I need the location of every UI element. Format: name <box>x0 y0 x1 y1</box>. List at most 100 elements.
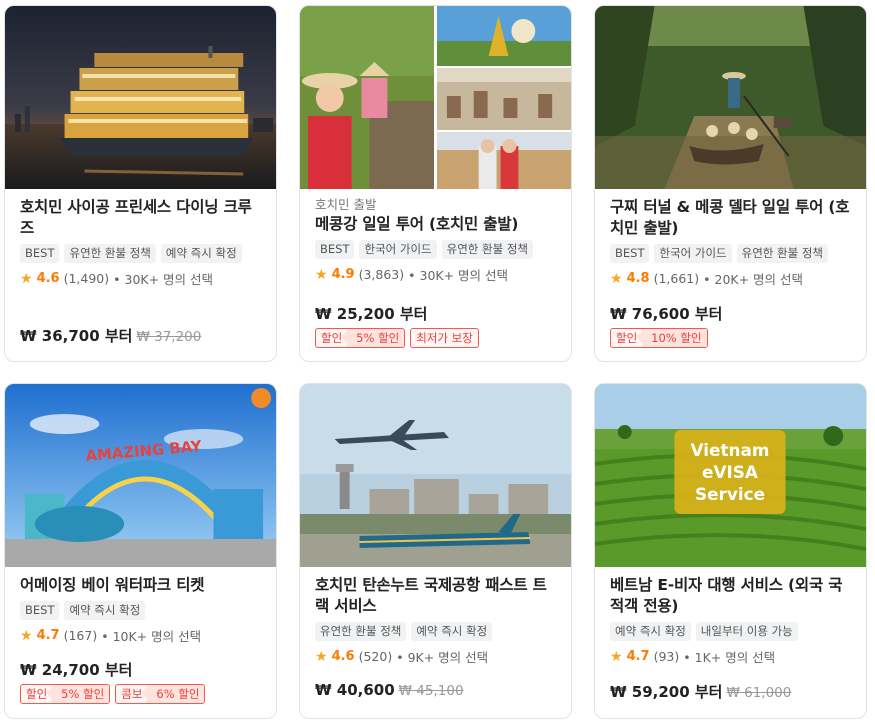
star-icon: ★ <box>610 270 623 287</box>
tag: 예약 즉시 확정 <box>411 622 493 641</box>
price-row: ₩ 76,600 부터 <box>610 303 722 324</box>
badge-list: 할인 10% 할인 <box>610 328 708 348</box>
tag: 내일부터 이용 가능 <box>695 622 798 641</box>
tag: 한국어 가이드 <box>359 240 437 259</box>
tag: BEST <box>20 601 60 620</box>
card-image <box>5 6 276 189</box>
rating-score: 4.6 <box>331 649 355 664</box>
badge-list: 할인 5% 할인 최저가 보장 <box>315 328 479 348</box>
price: ₩ 25,200 부터 <box>315 305 428 323</box>
star-icon: ★ <box>315 266 328 283</box>
price: ₩ 24,700 부터 <box>20 661 133 679</box>
product-card[interactable]: 호치민 출발 메콩강 일일 투어 (호치민 출발) BEST 한국어 가이드 유… <box>299 5 572 362</box>
card-image <box>595 6 866 189</box>
tag: 유연한 환불 정책 <box>64 244 156 263</box>
price-row: ₩ 24,700 부터 <box>20 659 132 680</box>
rating-score: 4.7 <box>36 628 60 643</box>
review-count: (93) <box>653 649 680 664</box>
rating-row: ★ 4.6 (520) • 9K+ 명의 선택 <box>315 647 556 666</box>
rating-score: 4.7 <box>626 649 650 664</box>
tag-list: BEST 한국어 가이드 유연한 환불 정책 <box>315 240 556 259</box>
review-count: (3,863) <box>358 267 405 282</box>
selected-count: • 30K+ 명의 선택 <box>408 268 509 283</box>
selected-count: • 9K+ 명의 선택 <box>396 650 489 665</box>
tag: 유연한 환불 정책 <box>736 244 828 263</box>
card-image <box>300 6 571 189</box>
star-icon: ★ <box>610 648 623 665</box>
card-title[interactable]: 베트남 E-비자 대행 서비스 (외국 국적객 전용) <box>610 575 851 617</box>
card-title[interactable]: 메콩강 일일 투어 (호치민 출발) <box>315 214 556 235</box>
badge-value: 6% 할인 <box>147 685 205 703</box>
rating-row: ★ 4.7 (93) • 1K+ 명의 선택 <box>610 647 851 666</box>
badge-list: 할인 5% 할인 콤보 6% 할인 <box>20 684 206 704</box>
tag: BEST <box>610 244 650 263</box>
badge-value: 5% 할인 <box>347 329 405 347</box>
original-price: ₩ 45,100 <box>398 683 464 699</box>
badge-value: 5% 할인 <box>52 685 110 703</box>
tag-list: 예약 즉시 확정 내일부터 이용 가능 <box>610 622 851 641</box>
card-title[interactable]: 호치민 탄손누트 국제공항 패스트 트랙 서비스 <box>315 575 556 617</box>
price: ₩ 76,600 부터 <box>610 305 723 323</box>
price-row: ₩ 40,600 ₩ 45,100 <box>315 681 464 699</box>
card-title[interactable]: 구찌 터널 & 메콩 델타 일일 투어 (호치민 출발) <box>610 197 851 239</box>
rating-score: 4.8 <box>626 271 650 286</box>
tag: 유연한 환불 정책 <box>315 622 407 641</box>
product-card[interactable]: 구찌 터널 & 메콩 델타 일일 투어 (호치민 출발) BEST 한국어 가이… <box>594 5 867 362</box>
discount-badge: 할인 10% 할인 <box>610 328 708 348</box>
price-row: ₩ 59,200 부터 ₩ 61,000 <box>610 681 791 702</box>
star-icon: ★ <box>20 627 33 644</box>
original-price: ₩ 37,200 <box>136 329 202 345</box>
selected-count: • 10K+ 명의 선택 <box>101 629 202 644</box>
tag: 예약 즉시 확정 <box>610 622 691 641</box>
combo-badge: 콤보 6% 할인 <box>115 684 206 704</box>
original-price: ₩ 61,000 <box>726 685 792 701</box>
card-title[interactable]: 호치민 사이공 프린세스 다이닝 크루즈 <box>20 197 261 239</box>
tag: 한국어 가이드 <box>654 244 732 263</box>
badge-label: 최저가 보장 <box>416 331 473 345</box>
selected-count: • 30K+ 명의 선택 <box>113 272 214 287</box>
product-card[interactable]: 호치민 탄손누트 국제공항 패스트 트랙 서비스 유연한 환불 정책 예약 즉시… <box>299 383 572 719</box>
price: ₩ 36,700 부터 <box>20 327 133 345</box>
badge-value: 10% 할인 <box>642 329 707 347</box>
tag: 유연한 환불 정책 <box>441 240 533 259</box>
price-row: ₩ 25,200 부터 <box>315 303 427 324</box>
tag-list: BEST 예약 즉시 확정 <box>20 601 261 620</box>
rating-score: 4.9 <box>331 267 355 282</box>
tag: 예약 즉시 확정 <box>64 601 146 620</box>
price-guarantee-badge: 최저가 보장 <box>410 328 479 348</box>
tag: BEST <box>20 244 60 263</box>
rating-row: ★ 4.8 (1,661) • 20K+ 명의 선택 <box>610 269 851 288</box>
product-card[interactable]: AMAZING BAY 어메이징 베이 워터파크 티켓 BEST 예약 즉시 확… <box>4 383 277 719</box>
card-subtitle: 호치민 출발 <box>315 197 377 212</box>
star-icon: ★ <box>315 648 328 665</box>
tag: BEST <box>315 240 355 259</box>
price: ₩ 59,200 부터 <box>610 683 723 701</box>
card-image: AMAZING BAY <box>5 384 276 567</box>
tag-list: BEST 한국어 가이드 유연한 환불 정책 <box>610 244 851 263</box>
tag-list: BEST 유연한 환불 정책 예약 즉시 확정 <box>20 244 261 263</box>
selected-count: • 1K+ 명의 선택 <box>683 650 776 665</box>
review-count: (167) <box>63 628 98 643</box>
rating-score: 4.6 <box>36 271 60 286</box>
image-text-line: Service <box>695 484 765 504</box>
product-card[interactable]: Vietnam eVISA Service 베트남 E-비자 대행 서비스 (외… <box>594 383 867 719</box>
price-row: ₩ 36,700 부터 ₩ 37,200 <box>20 325 201 346</box>
product-card[interactable]: 호치민 사이공 프린세스 다이닝 크루즈 BEST 유연한 환불 정책 예약 즉… <box>4 5 277 362</box>
star-icon: ★ <box>20 270 33 287</box>
rating-row: ★ 4.6 (1,490) • 30K+ 명의 선택 <box>20 269 261 288</box>
image-text-line: Vietnam <box>691 440 770 460</box>
rating-row: ★ 4.7 (167) • 10K+ 명의 선택 <box>20 626 261 645</box>
review-count: (1,661) <box>653 271 700 286</box>
review-count: (1,490) <box>63 271 110 286</box>
discount-badge: 할인 5% 할인 <box>20 684 111 704</box>
tag: 예약 즉시 확정 <box>160 244 242 263</box>
selected-count: • 20K+ 명의 선택 <box>703 272 804 287</box>
tag-list: 유연한 환불 정책 예약 즉시 확정 <box>315 622 556 641</box>
card-image <box>300 384 571 567</box>
image-text-line: eVISA <box>702 462 759 482</box>
card-title[interactable]: 어메이징 베이 워터파크 티켓 <box>20 575 261 596</box>
card-image: Vietnam eVISA Service <box>595 384 866 567</box>
rating-row: ★ 4.9 (3,863) • 30K+ 명의 선택 <box>315 265 556 284</box>
price: ₩ 40,600 <box>315 681 395 699</box>
review-count: (520) <box>358 649 393 664</box>
